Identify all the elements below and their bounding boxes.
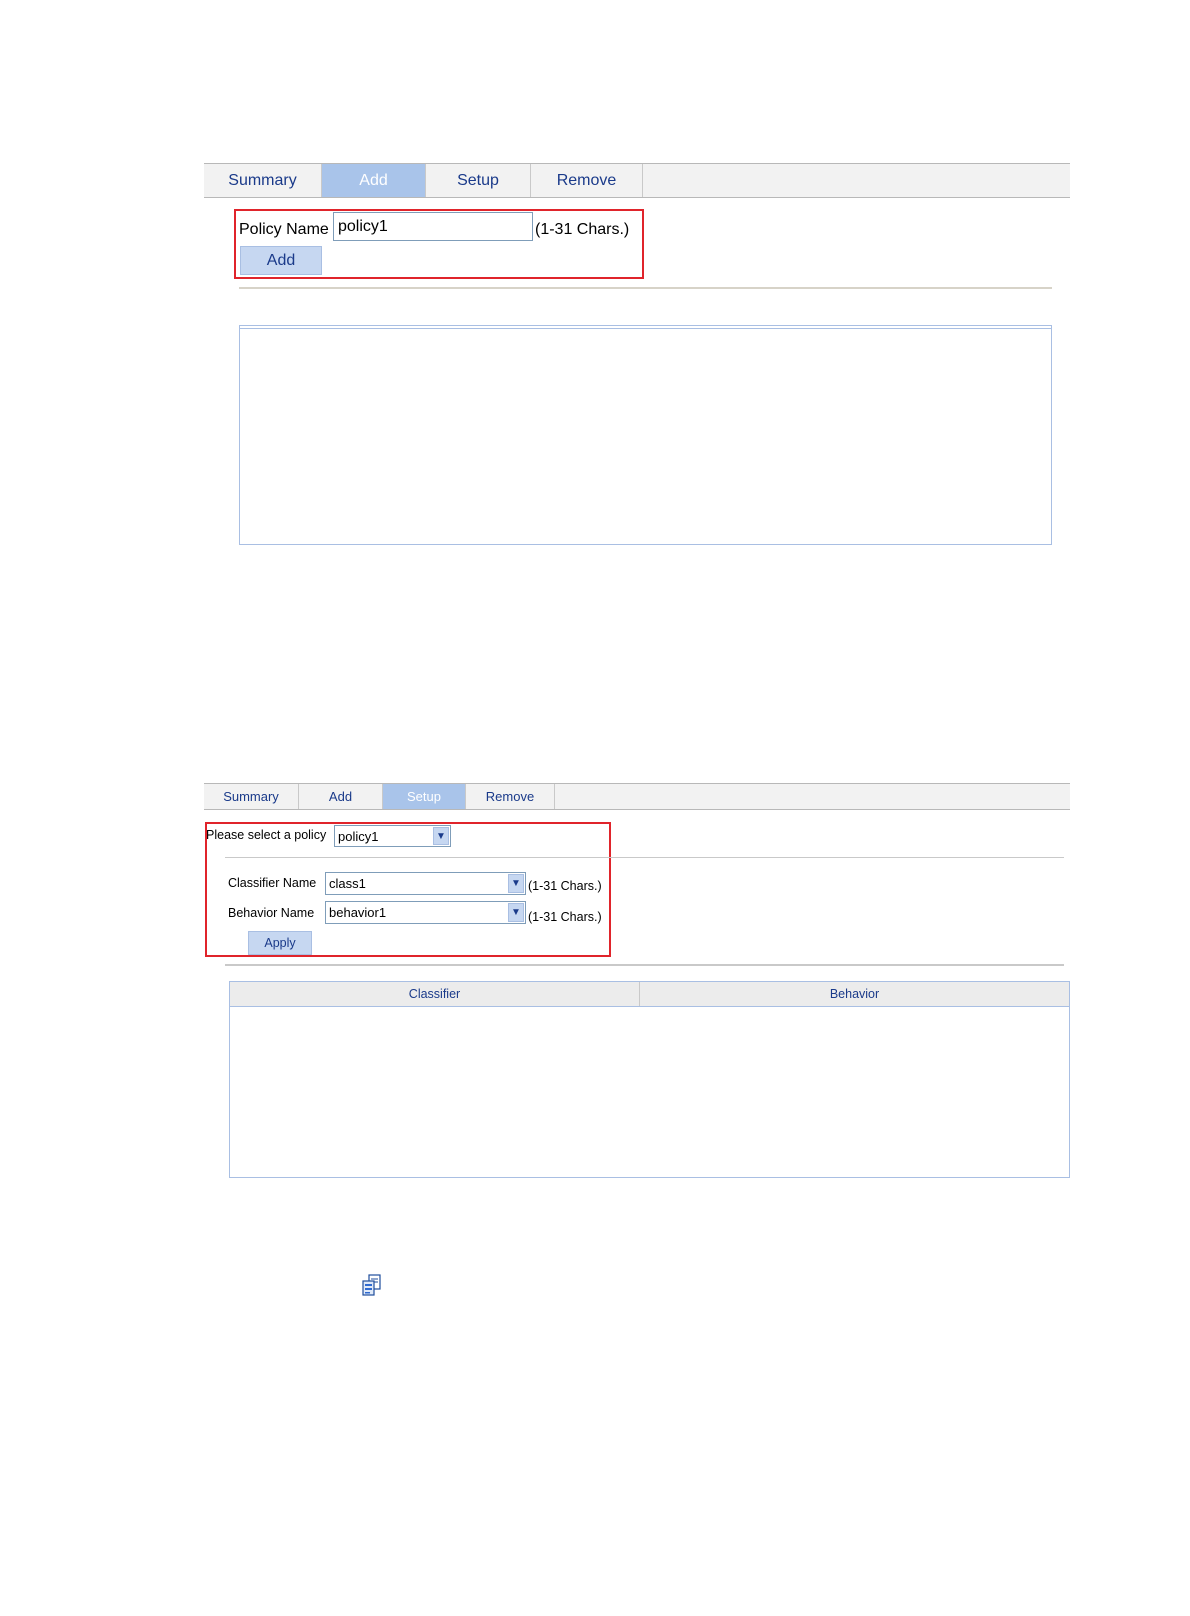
copy-document-icon[interactable] (361, 1274, 383, 1296)
behavior-name-hint: (1-31 Chars.) (528, 910, 602, 924)
chevron-down-icon[interactable]: ▼ (433, 827, 449, 845)
tab-setup[interactable]: Setup (426, 164, 531, 197)
apply-button[interactable]: Apply (248, 931, 312, 955)
divider (239, 287, 1052, 289)
policy-name-input[interactable] (333, 212, 533, 241)
chevron-down-icon[interactable]: ▼ (508, 903, 524, 922)
classifier-name-label: Classifier Name (228, 876, 317, 890)
table-header: Classifier Behavior (230, 982, 1069, 1007)
column-header-classifier[interactable]: Classifier (230, 982, 640, 1006)
column-header-behavior[interactable]: Behavior (640, 982, 1069, 1006)
select-policy-label: Please select a policy (206, 828, 327, 842)
policy-select[interactable]: policy1 ▼ (334, 825, 451, 847)
divider (225, 857, 1064, 858)
divider (225, 964, 1064, 966)
tab-summary[interactable]: Summary (204, 784, 299, 809)
tab-summary[interactable]: Summary (204, 164, 322, 197)
panel-inner-border (240, 328, 1051, 329)
classifier-name-value: class1 (329, 876, 366, 891)
tab-remove[interactable]: Remove (531, 164, 643, 197)
classifier-name-hint: (1-31 Chars.) (528, 879, 602, 893)
behavior-name-label: Behavior Name (228, 906, 315, 920)
classifier-behavior-table: Classifier Behavior (229, 981, 1070, 1178)
policy-name-hint: (1-31 Chars.) (535, 221, 630, 238)
tab-remove[interactable]: Remove (466, 784, 555, 809)
policy-name-label: Policy Name (239, 221, 329, 238)
setup-screen-tab-bar: Summary Add Setup Remove (204, 783, 1070, 810)
tab-add[interactable]: Add (299, 784, 383, 809)
behavior-name-value: behavior1 (329, 905, 387, 920)
tab-add[interactable]: Add (322, 164, 426, 197)
classifier-name-select[interactable]: class1 ▼ (325, 872, 526, 895)
add-screen-tab-bar: Summary Add Setup Remove (204, 163, 1070, 198)
policy-select-value: policy1 (338, 828, 379, 844)
chevron-down-icon[interactable]: ▼ (508, 874, 524, 893)
behavior-name-select[interactable]: behavior1 ▼ (325, 901, 526, 924)
add-button[interactable]: Add (240, 246, 322, 275)
policy-list-panel (239, 325, 1052, 545)
tab-setup[interactable]: Setup (383, 784, 466, 809)
